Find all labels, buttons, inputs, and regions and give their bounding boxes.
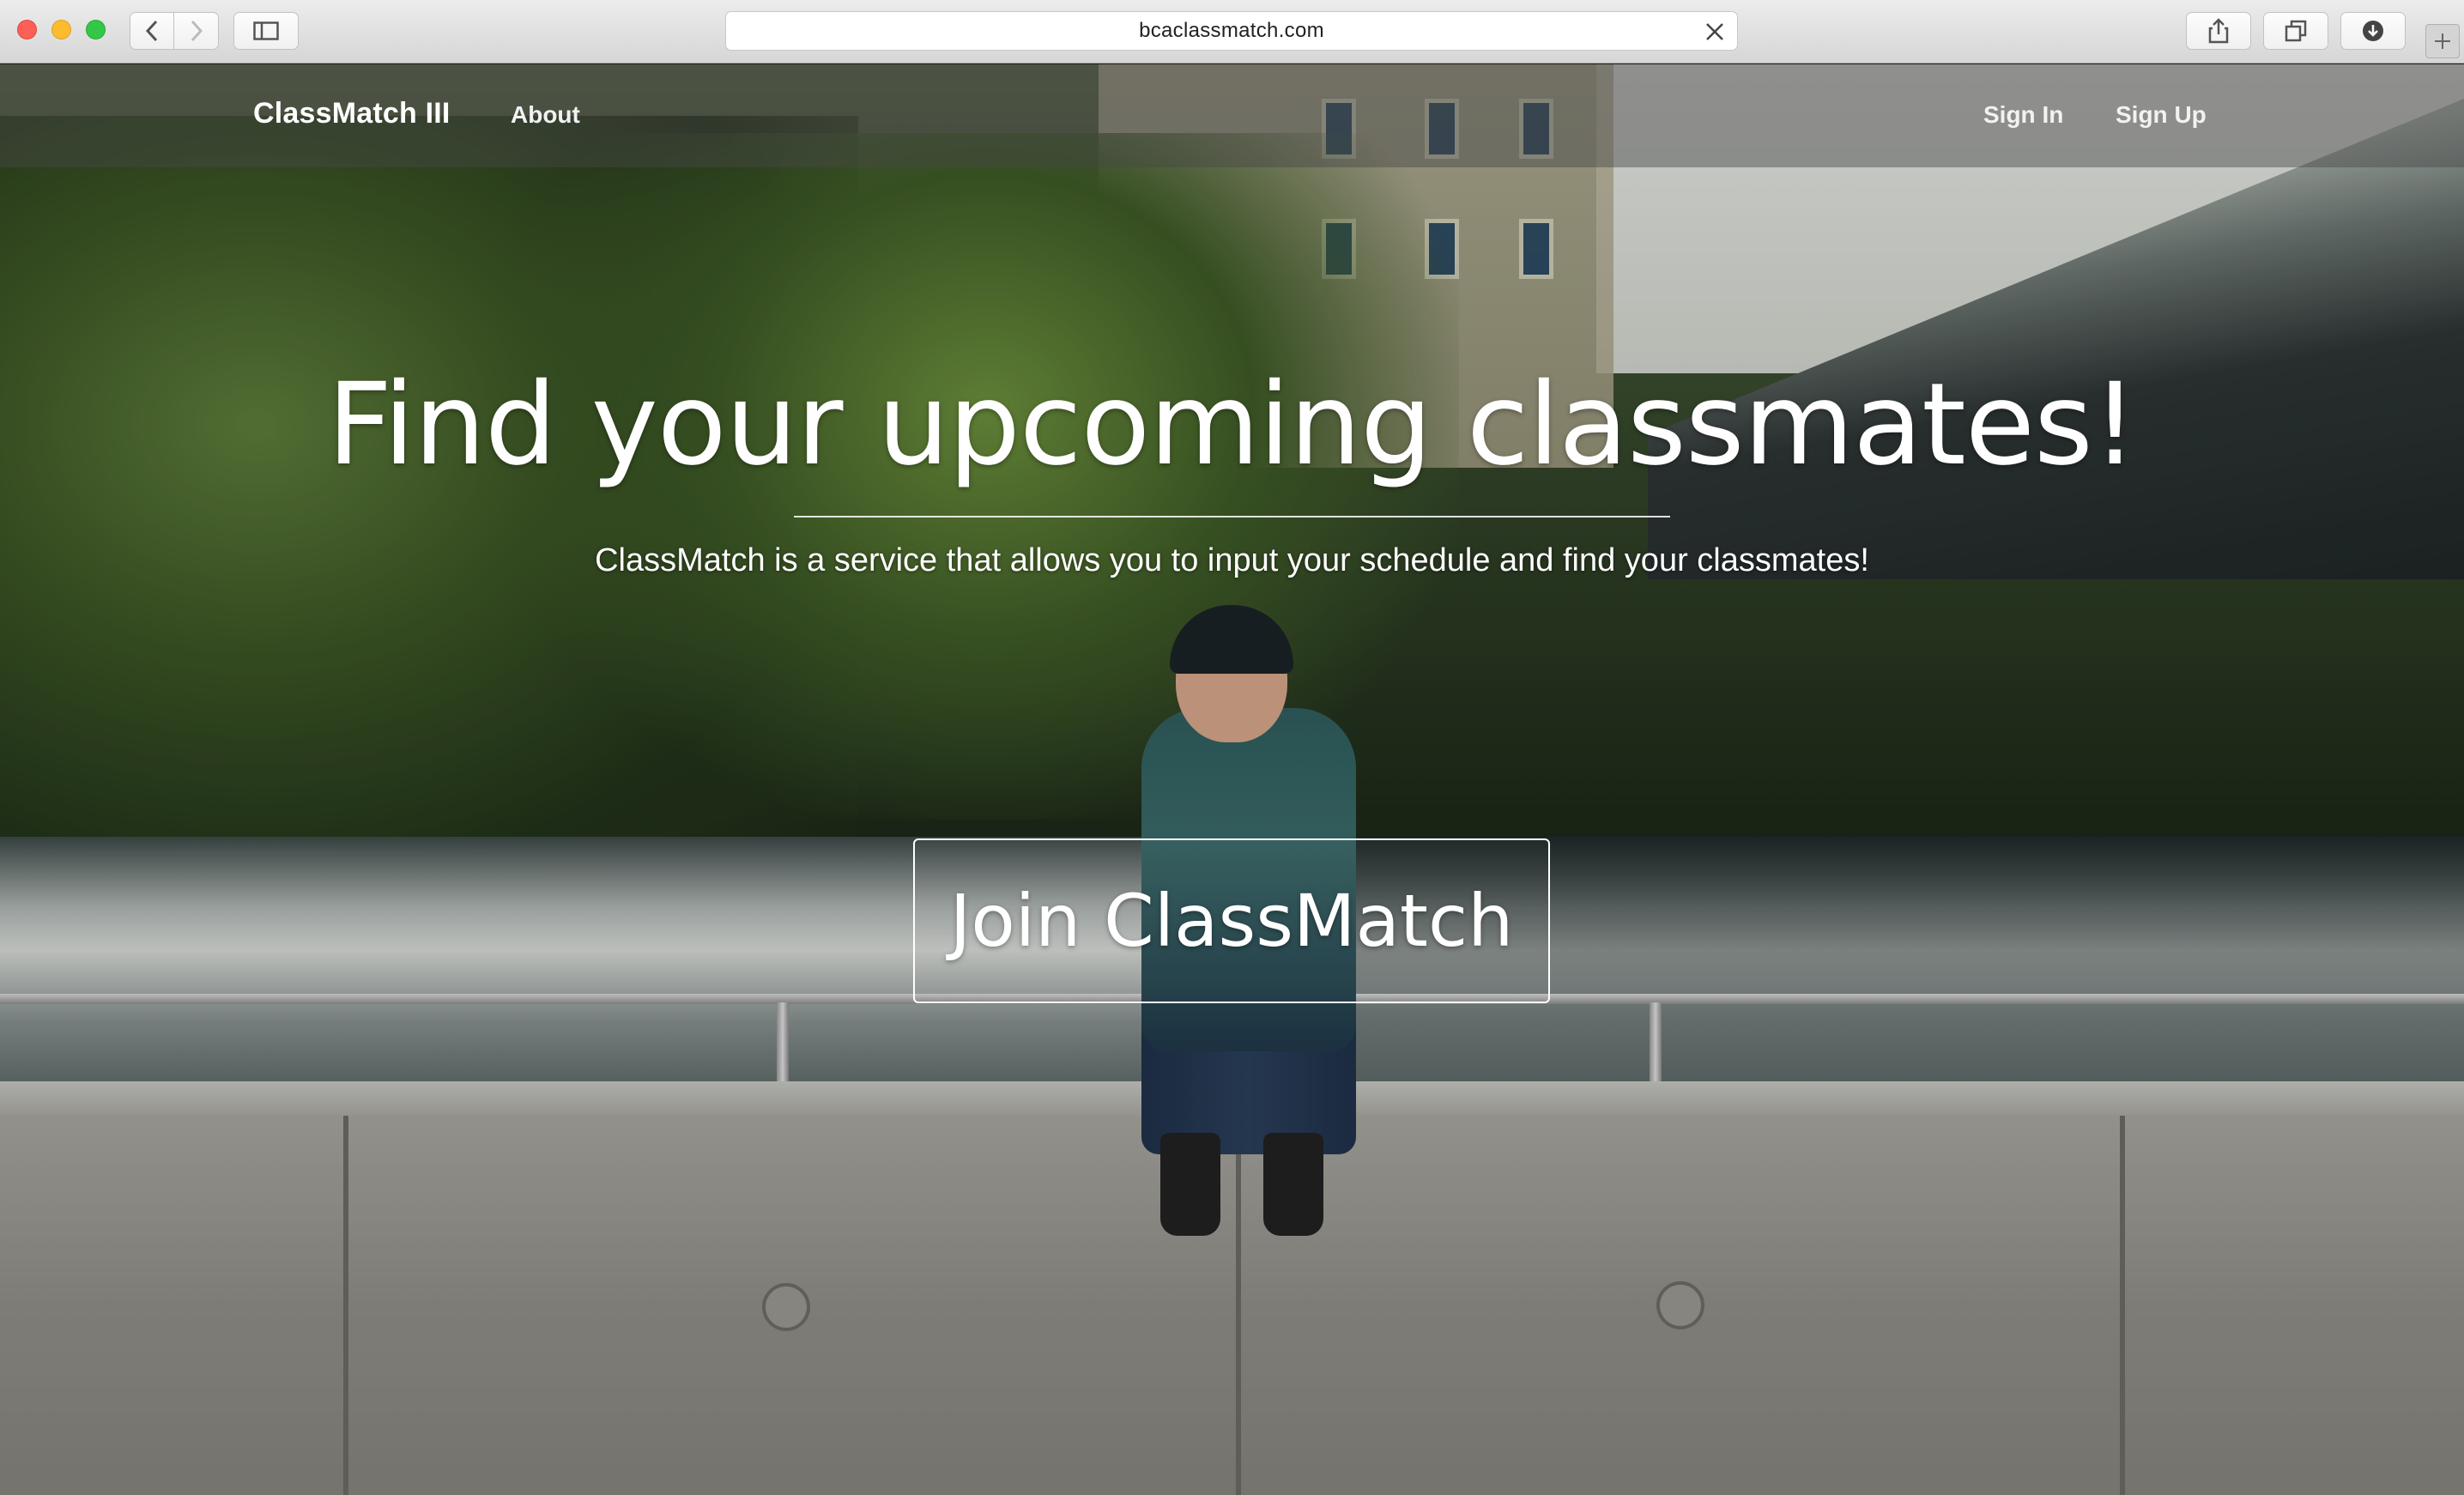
back-button[interactable] <box>130 12 174 50</box>
tabs-icon <box>2285 20 2307 42</box>
sidebar-icon <box>253 21 279 40</box>
forward-button[interactable] <box>174 12 219 50</box>
downloads-button[interactable] <box>2340 12 2406 50</box>
hero-subtitle: ClassMatch is a service that allows you … <box>595 542 1869 578</box>
close-window-button[interactable] <box>17 20 37 39</box>
join-classmatch-button[interactable]: Join ClassMatch <box>913 838 1550 1003</box>
download-icon <box>2363 21 2383 41</box>
chevron-right-icon <box>191 20 203 42</box>
browser-toolbar: bcaclassmatch.com <box>0 0 2464 64</box>
minimize-window-button[interactable] <box>51 20 71 39</box>
brand-logo-link[interactable]: ClassMatch III <box>253 97 451 130</box>
share-icon <box>2208 18 2229 44</box>
fullscreen-window-button[interactable] <box>86 20 106 39</box>
chevron-left-icon <box>145 20 158 42</box>
show-tabs-button[interactable] <box>2263 12 2328 50</box>
hero-divider <box>794 516 1670 518</box>
new-tab-button[interactable] <box>2425 24 2460 58</box>
nav-link-sign-up[interactable]: Sign Up <box>2116 101 2207 129</box>
share-button[interactable] <box>2186 12 2251 50</box>
plus-icon <box>2435 33 2450 49</box>
nav-link-sign-in[interactable]: Sign In <box>1983 101 2063 129</box>
hero-title: Find your upcoming classmates! <box>327 359 2137 491</box>
address-bar[interactable]: bcaclassmatch.com <box>725 11 1738 51</box>
nav-link-about[interactable]: About <box>511 101 580 129</box>
close-icon[interactable] <box>1704 21 1725 42</box>
url-text: bcaclassmatch.com <box>1139 19 1324 42</box>
background-overlay <box>0 64 2464 1495</box>
sidebar-toggle-button[interactable] <box>233 12 299 50</box>
hero-background <box>0 64 2464 1495</box>
site-navbar: ClassMatch III About Sign In Sign Up <box>0 64 2464 167</box>
